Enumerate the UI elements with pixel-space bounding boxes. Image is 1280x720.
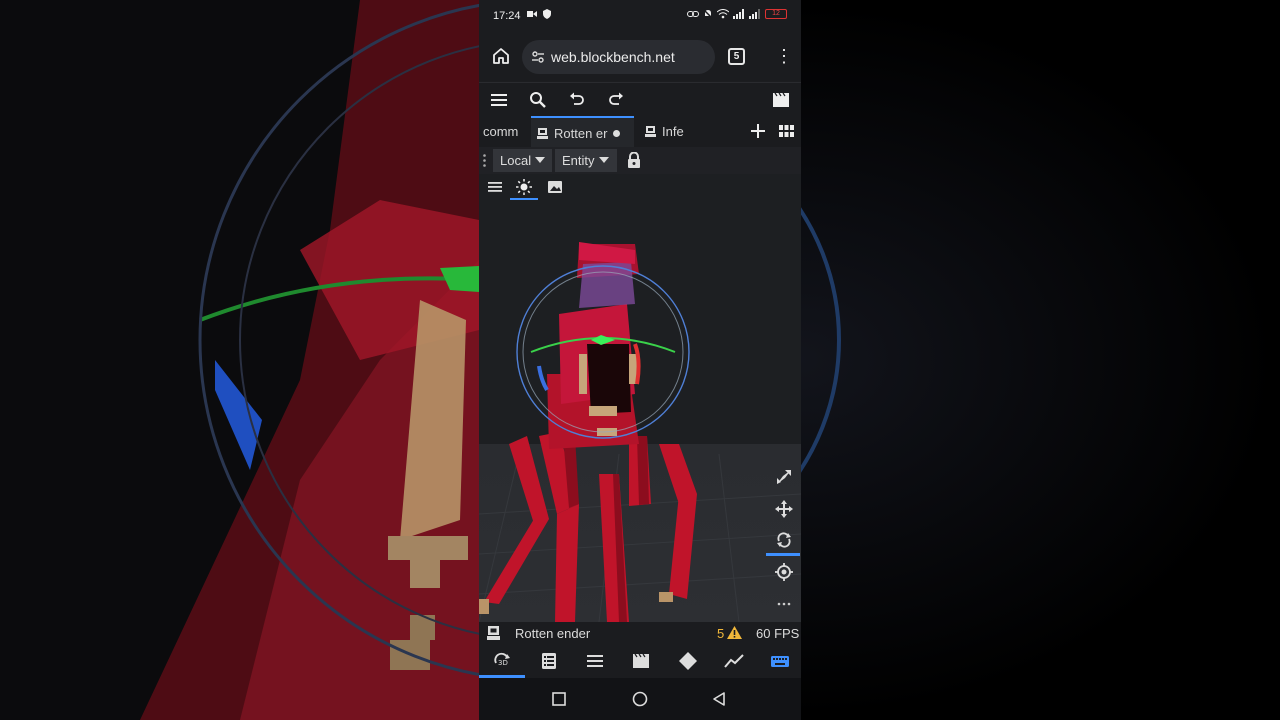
tab-rotten-ender[interactable]: Rotten er	[531, 116, 634, 147]
redo-icon[interactable]	[606, 90, 626, 110]
screen: 17:24 12 web.blockbench.net 5 ⋮ comm Rot…	[0, 0, 1280, 720]
status-bar: Rotten ender 5 60 FPS	[479, 622, 801, 644]
site-settings-icon[interactable]	[531, 50, 545, 64]
blurred-background-right	[801, 0, 1280, 720]
chevron-down-icon	[598, 157, 609, 163]
viewport-3d-icon[interactable]: 3D	[492, 651, 512, 671]
url-text: web.blockbench.net	[551, 49, 675, 65]
android-status-bar: 17:24 12	[479, 0, 801, 33]
blockbench-toolbar	[479, 82, 801, 116]
transform-options-bar: Local Entity	[479, 147, 801, 174]
shield-icon	[543, 9, 551, 19]
tab-overview-icon[interactable]	[779, 125, 794, 137]
entity-model-icon	[537, 128, 548, 139]
transform-space-value: Local	[500, 153, 532, 168]
signal-icon-2	[749, 9, 760, 19]
add-tab-icon[interactable]	[751, 124, 765, 138]
viewport-menu-icon[interactable]	[487, 179, 503, 195]
viewport-header	[479, 174, 569, 201]
focus-target-icon[interactable]	[775, 563, 793, 581]
wifi-icon	[717, 9, 729, 19]
back-triangle-icon[interactable]	[711, 691, 727, 707]
android-navigation-bar	[479, 678, 801, 720]
lock-icon[interactable]	[627, 152, 641, 168]
status-time: 17:24	[493, 10, 521, 22]
blurred-background-left	[0, 0, 479, 720]
chevron-down-icon	[535, 157, 546, 163]
drag-handle-icon[interactable]	[483, 154, 486, 167]
active-tool-indicator	[766, 553, 800, 556]
tab-label: Infe	[662, 124, 684, 139]
link-icon	[687, 11, 699, 17]
model-render	[479, 242, 801, 622]
battery-indicator: 12	[765, 9, 787, 19]
tab-comm[interactable]: comm	[483, 116, 531, 147]
keyboard-icon[interactable]	[770, 651, 790, 671]
animation-mode-icon[interactable]	[771, 90, 791, 110]
warning-count[interactable]: 5	[717, 626, 724, 641]
graph-editor-icon[interactable]	[724, 651, 744, 671]
pivot-value: Entity	[562, 153, 595, 168]
keyframe-diamond-icon[interactable]	[678, 651, 698, 671]
phone-screen: 17:24 12 web.blockbench.net 5 ⋮ comm Rot…	[479, 0, 801, 720]
tab-label: comm	[483, 124, 519, 139]
rotate-tool-icon[interactable]	[775, 531, 793, 549]
entity-model-icon	[487, 626, 500, 640]
properties-icon[interactable]	[585, 651, 605, 671]
pivot-tool-icon[interactable]	[775, 468, 793, 486]
browser-menu-icon[interactable]: ⋮	[775, 47, 793, 65]
svg-text:3D: 3D	[498, 659, 508, 667]
unsaved-dot-icon	[613, 130, 621, 137]
more-tools-icon[interactable]	[775, 595, 793, 613]
transform-space-select[interactable]: Local	[493, 149, 552, 172]
lighting-sun-icon[interactable]	[516, 179, 532, 195]
background-image-icon[interactable]	[547, 179, 563, 195]
panel-navigation-bar: 3D	[479, 644, 801, 678]
home-icon[interactable]	[491, 46, 511, 66]
signal-icon	[733, 9, 744, 19]
project-tab-bar: comm Rotten er Infe	[479, 116, 801, 147]
home-circle-icon[interactable]	[632, 691, 648, 707]
warning-icon[interactable]	[727, 626, 742, 639]
project-name: Rotten ender	[515, 626, 591, 641]
entity-model-icon	[645, 126, 656, 137]
status-right-icons: 12	[687, 9, 787, 19]
fps-counter: 60 FPS	[756, 626, 800, 641]
undo-icon[interactable]	[567, 90, 587, 110]
tab-label: Rotten er	[554, 126, 608, 141]
status-left-icons	[527, 9, 552, 19]
browser-toolbar: web.blockbench.net 5 ⋮	[479, 33, 801, 81]
recents-square-icon[interactable]	[551, 691, 567, 707]
mute-icon	[703, 9, 713, 19]
address-bar[interactable]: web.blockbench.net	[522, 40, 715, 74]
tab-switcher-button[interactable]: 5	[728, 48, 745, 65]
menu-icon[interactable]	[489, 90, 509, 110]
animations-clapper-icon[interactable]	[631, 651, 651, 671]
3d-viewport[interactable]	[479, 174, 801, 622]
move-tool-icon[interactable]	[775, 500, 793, 518]
search-icon[interactable]	[528, 90, 548, 110]
video-camera-icon	[527, 11, 537, 17]
outliner-list-icon[interactable]	[539, 651, 559, 671]
pivot-select[interactable]: Entity	[555, 149, 617, 172]
active-indicator	[510, 198, 538, 200]
tab-infe[interactable]: Infe	[645, 116, 705, 147]
